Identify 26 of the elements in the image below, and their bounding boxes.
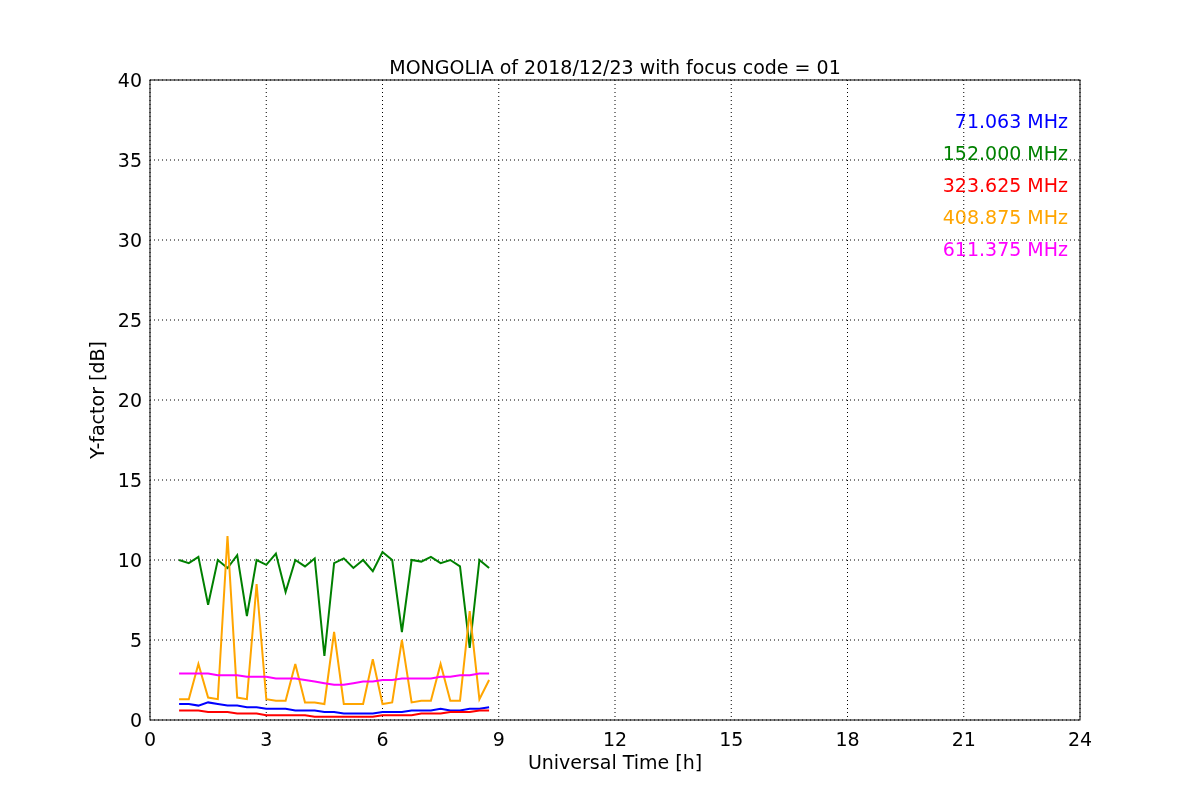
tick-label: 0 xyxy=(143,728,157,750)
tick-label: 9 xyxy=(492,728,505,750)
y-axis-label: Y-factor [dB] xyxy=(86,341,108,459)
tick-label: 21 xyxy=(951,728,976,750)
legend-label: 408.875 MHz xyxy=(942,206,1068,228)
tick-label: 0 xyxy=(129,709,142,731)
tick-label: 10 xyxy=(117,549,142,571)
x-axis-label: Universal Time [h] xyxy=(527,751,703,773)
tick-label: 40 xyxy=(117,69,142,91)
tick-label: 30 xyxy=(117,229,142,251)
chart-title: MONGOLIA of 2018/12/23 with focus code = 01 xyxy=(389,56,841,78)
tick-label: 25 xyxy=(117,309,142,331)
tick-label: 35 xyxy=(117,149,142,171)
tick-label: 15 xyxy=(719,728,744,750)
tick-label: 6 xyxy=(376,728,389,750)
legend-label: 323.625 MHz xyxy=(942,174,1068,196)
legend-label: 152.000 MHz xyxy=(942,142,1068,164)
tick-label: 15 xyxy=(117,469,142,491)
legend-label: 71.063 MHz xyxy=(954,110,1068,132)
tick-label: 12 xyxy=(602,728,628,750)
tick-label: 18 xyxy=(835,728,860,750)
tick-label: 20 xyxy=(117,389,142,411)
tick-label: 24 xyxy=(1067,728,1093,750)
tick-label: 3 xyxy=(260,728,273,750)
legend-label: 611.375 MHz xyxy=(942,238,1068,260)
tick-label: 5 xyxy=(129,629,142,651)
